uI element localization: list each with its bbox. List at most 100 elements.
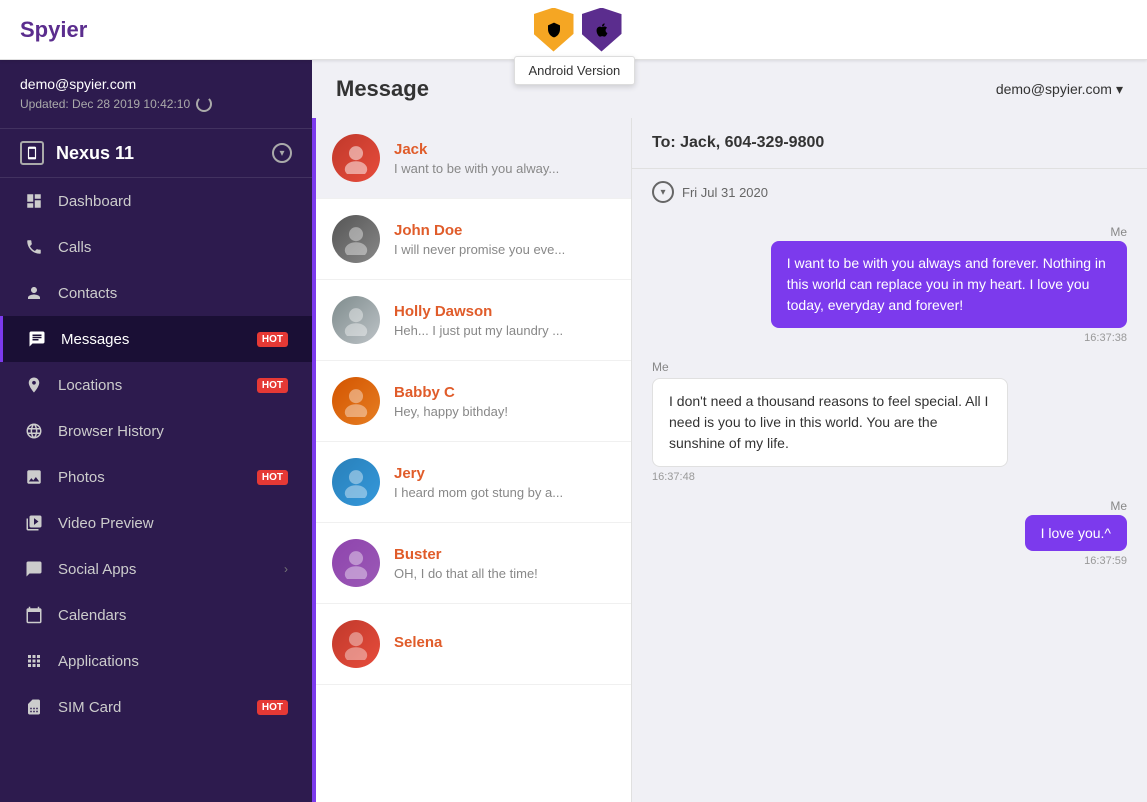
contact-info-buster: Buster OH, I do that all the time! (394, 546, 615, 581)
locations-icon (24, 375, 44, 395)
dashboard-icon (24, 191, 44, 211)
device-icon (20, 141, 44, 165)
message-bubble-2: I don't need a thousand reasons to feel … (652, 378, 1008, 467)
contact-item-selena[interactable]: Selena (316, 604, 631, 685)
nav-items: Dashboard Calls Contacts Messages HO (0, 178, 312, 802)
contact-name-buster: Buster (394, 546, 615, 563)
sidebar-item-dashboard-label: Dashboard (58, 193, 288, 210)
contact-name-jery: Jery (394, 465, 615, 482)
message-group-1: Me I want to be with you always and fore… (652, 225, 1127, 344)
sidebar-item-browser-history-label: Browser History (58, 423, 288, 440)
messages-hot-badge: HOT (257, 332, 288, 347)
calendar-icon (24, 605, 44, 625)
sidebar-item-sim-card[interactable]: SIM Card HOT (0, 684, 312, 730)
avatar-jack (332, 134, 380, 182)
contact-item-jack[interactable]: Jack I want to be with you alway... (316, 118, 631, 199)
avatar-john (332, 215, 380, 263)
sidebar-item-applications[interactable]: Applications (0, 638, 312, 684)
chat-header: To: Jack, 604-329-9800 (632, 118, 1147, 169)
contact-info-holly: Holly Dawson Heh... I just put my laundr… (394, 303, 615, 338)
contacts-icon (24, 283, 44, 303)
social-icon (24, 559, 44, 579)
header-chevron-icon: ▾ (1116, 81, 1123, 98)
contact-item-buster[interactable]: Buster OH, I do that all the time! (316, 523, 631, 604)
contact-preview-jery: I heard mom got stung by a... (394, 485, 615, 500)
message-time-1: 16:37:38 (1084, 332, 1127, 344)
sim-hot-badge: HOT (257, 700, 288, 715)
sidebar-item-locations-label: Locations (58, 377, 237, 394)
avatar-buster (332, 539, 380, 587)
contact-preview-holly: Heh... I just put my laundry ... (394, 323, 615, 338)
messages-pane: Jack I want to be with you alway... John… (312, 118, 1147, 802)
chat-date: Fri Jul 31 2020 (682, 185, 768, 200)
sidebar: demo@spyier.com Updated: Dec 28 2019 10:… (0, 60, 312, 802)
contact-info-babby: Babby C Hey, happy bithday! (394, 384, 615, 419)
sidebar-item-calls[interactable]: Calls (0, 224, 312, 270)
header-user[interactable]: demo@spyier.com ▾ (996, 81, 1123, 98)
contact-preview-babby: Hey, happy bithday! (394, 404, 615, 419)
sidebar-item-social-apps[interactable]: Social Apps › (0, 546, 312, 592)
locations-hot-badge: HOT (257, 378, 288, 393)
message-group-3: Me I love you.^ 16:37:59 (652, 499, 1127, 567)
contact-list: Jack I want to be with you alway... John… (312, 118, 632, 802)
contact-info-jack: Jack I want to be with you alway... (394, 141, 615, 176)
android-tooltip: Android Version (514, 56, 636, 85)
sender-label-2: Me (652, 360, 669, 374)
contact-name-jack: Jack (394, 141, 615, 158)
sidebar-item-dashboard[interactable]: Dashboard (0, 178, 312, 224)
social-apps-arrow-icon: › (284, 562, 288, 576)
messages-icon (27, 329, 47, 349)
contact-preview-buster: OH, I do that all the time! (394, 566, 615, 581)
content-area: Message demo@spyier.com ▾ Jack I want to… (312, 60, 1147, 802)
sidebar-item-social-apps-label: Social Apps (58, 561, 270, 578)
refresh-icon[interactable] (196, 96, 212, 112)
contact-item-holly[interactable]: Holly Dawson Heh... I just put my laundr… (316, 280, 631, 361)
date-divider: ▾ Fri Jul 31 2020 (632, 169, 1147, 215)
device-chevron-icon[interactable]: ▾ (272, 143, 292, 163)
photos-icon (24, 467, 44, 487)
message-bubble-3: I love you.^ (1025, 515, 1127, 551)
apple-shield-icon[interactable] (582, 8, 622, 52)
sidebar-item-browser-history[interactable]: Browser History (0, 408, 312, 454)
message-time-2: 16:37:48 (652, 471, 695, 483)
content-header: Message demo@spyier.com ▾ (312, 60, 1147, 118)
avatar-jery (332, 458, 380, 506)
chat-area: To: Jack, 604-329-9800 ▾ Fri Jul 31 2020… (632, 118, 1147, 802)
sidebar-item-sim-card-label: SIM Card (58, 699, 237, 716)
platform-icons: Android Version (534, 8, 622, 52)
sender-label-1: Me (1110, 225, 1127, 239)
contact-name-selena: Selena (394, 634, 615, 651)
contact-name-john: John Doe (394, 222, 615, 239)
photos-hot-badge: HOT (257, 470, 288, 485)
apps-icon (24, 651, 44, 671)
contact-item-babby[interactable]: Babby C Hey, happy bithday! (316, 361, 631, 442)
sidebar-item-locations[interactable]: Locations HOT (0, 362, 312, 408)
device-selector[interactable]: Nexus 11 ▾ (0, 129, 312, 178)
sidebar-updated: Updated: Dec 28 2019 10:42:10 (20, 96, 292, 112)
date-collapse-icon[interactable]: ▾ (652, 181, 674, 203)
calls-icon (24, 237, 44, 257)
android-shield-icon[interactable] (534, 8, 574, 52)
avatar-selena (332, 620, 380, 668)
sidebar-item-calls-label: Calls (58, 239, 288, 256)
message-bubble-1: I want to be with you always and forever… (771, 241, 1127, 328)
sidebar-item-video-preview-label: Video Preview (58, 515, 288, 532)
sidebar-item-contacts[interactable]: Contacts (0, 270, 312, 316)
sidebar-item-messages[interactable]: Messages HOT (0, 316, 312, 362)
browser-icon (24, 421, 44, 441)
app-title: Spyier (20, 17, 87, 43)
sender-label-3: Me (1110, 499, 1127, 513)
contact-item-john[interactable]: John Doe I will never promise you eve... (316, 199, 631, 280)
sidebar-item-applications-label: Applications (58, 653, 288, 670)
sim-icon (24, 697, 44, 717)
contact-item-jery[interactable]: Jery I heard mom got stung by a... (316, 442, 631, 523)
contact-info-jery: Jery I heard mom got stung by a... (394, 465, 615, 500)
sidebar-item-calendars[interactable]: Calendars (0, 592, 312, 638)
sidebar-user-info: demo@spyier.com Updated: Dec 28 2019 10:… (0, 60, 312, 129)
sidebar-item-video-preview[interactable]: Video Preview (0, 500, 312, 546)
sidebar-email: demo@spyier.com (20, 76, 292, 92)
device-name-label: Nexus 11 (56, 143, 134, 164)
page-title: Message (336, 76, 429, 102)
avatar-holly (332, 296, 380, 344)
sidebar-item-photos[interactable]: Photos HOT (0, 454, 312, 500)
